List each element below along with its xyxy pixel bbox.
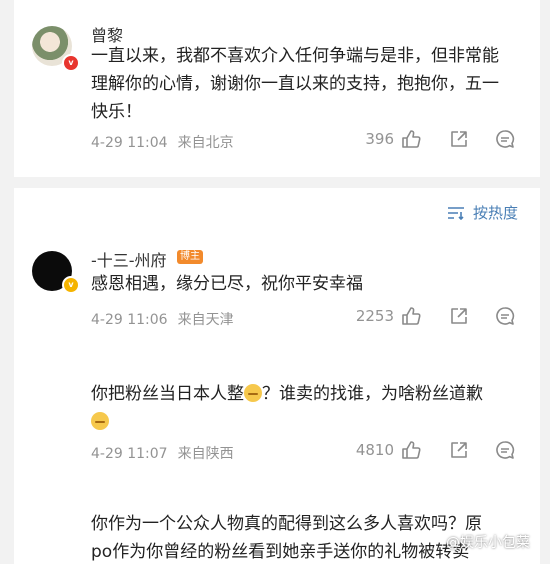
thumbs-up-icon[interactable] xyxy=(400,305,422,327)
comment-time: 4-29 11:04 xyxy=(91,135,168,151)
comment-icon[interactable] xyxy=(494,128,516,150)
watermark: @娱乐小包菜 xyxy=(446,535,530,551)
comment-location: 来自北京 xyxy=(177,135,234,151)
comment-text: 感恩相遇，缘分已尽，祝你平安幸福 xyxy=(91,274,363,294)
comment-time: 4-29 11:06 xyxy=(91,312,168,328)
comment-actions: 396 xyxy=(354,128,534,152)
blogger-badge: 博主 xyxy=(177,250,203,264)
comment-meta: 4-29 11:06 来自天津 xyxy=(91,309,234,329)
sort-lines-icon xyxy=(447,206,464,220)
like-count: 2253 xyxy=(355,307,394,325)
comment-text: 一直以来，我都不喜欢介入任何争端与是非，但非常能 理解你的心情，谢谢你一直以来的… xyxy=(91,46,499,122)
sort-label: 按热度 xyxy=(472,204,518,222)
verified-badge-icon: v xyxy=(62,54,80,72)
comment-location: 来自陕西 xyxy=(177,446,234,462)
comment-actions: 2253 xyxy=(354,305,534,329)
comment-icon[interactable] xyxy=(494,305,516,327)
comment-icon[interactable] xyxy=(494,439,516,461)
comment-username[interactable]: -十三-州府 xyxy=(91,247,167,271)
comment-actions: 4810 xyxy=(354,439,534,463)
emoji-icon xyxy=(91,412,109,430)
thumbs-up-icon[interactable] xyxy=(400,439,422,461)
like-count: 4810 xyxy=(355,441,394,459)
comment-meta: 4-29 11:04 来自北京 xyxy=(91,132,234,152)
share-icon[interactable] xyxy=(448,439,470,461)
comment-card-1: v 曾黎 一直以来，我都不喜欢介入任何争端与是非，但非常能 理解你的心情，谢谢你… xyxy=(14,0,540,177)
comment-text: 你把粉丝当日本人整 ？谁卖的找谁，为啥粉丝道歉 xyxy=(91,380,531,436)
thumbs-up-icon[interactable] xyxy=(400,128,422,150)
like-count: 396 xyxy=(365,130,394,148)
avatar[interactable] xyxy=(32,364,72,404)
share-icon[interactable] xyxy=(448,128,470,150)
verified-badge-icon: v xyxy=(62,276,80,294)
avatar[interactable] xyxy=(32,496,72,536)
comment-time: 4-29 11:07 xyxy=(91,446,168,462)
comment-list-card: 按热度 v -十三-州府 博主 感恩相遇，缘分已尽，祝你平安幸福 4-29 11… xyxy=(14,188,540,564)
emoji-icon xyxy=(244,384,262,402)
comment-meta: 4-29 11:07 来自陕西 xyxy=(91,443,234,463)
sort-by-hot-button[interactable]: 按热度 xyxy=(447,202,518,223)
comment-location: 来自天津 xyxy=(177,312,234,328)
share-icon[interactable] xyxy=(448,305,470,327)
